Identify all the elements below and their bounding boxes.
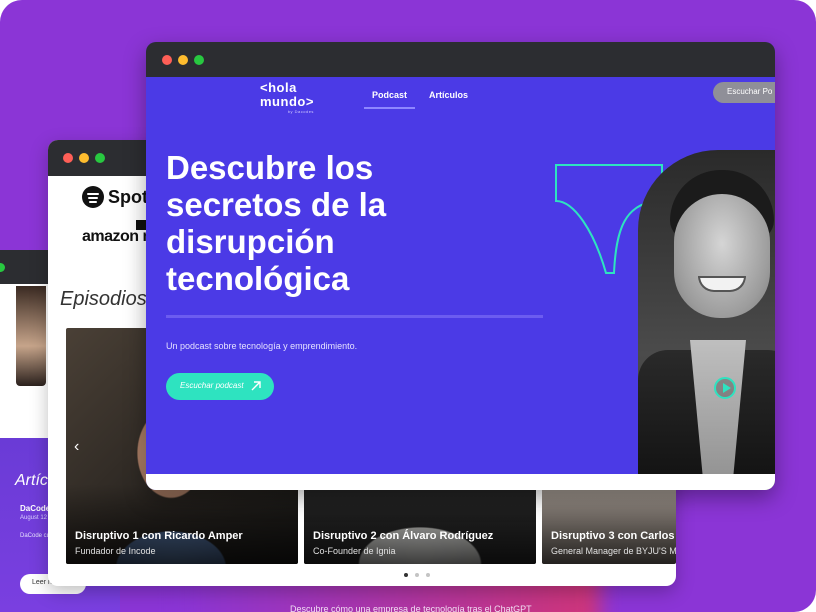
hero-subtitle: Un podcast sobre tecnología y emprendimi… xyxy=(166,341,358,351)
close-dot-icon[interactable] xyxy=(63,153,73,163)
minimize-dot-icon[interactable] xyxy=(79,153,89,163)
maximize-dot-icon[interactable] xyxy=(95,153,105,163)
article-thumbnail[interactable] xyxy=(16,286,46,386)
spotify-icon xyxy=(82,186,104,208)
pager-dot[interactable] xyxy=(404,573,408,577)
nav-articles[interactable]: Artículos xyxy=(429,90,468,100)
episode-title: Disruptivo 2 con Álvaro Rodríguez xyxy=(313,530,494,542)
carousel-pager xyxy=(404,573,430,577)
hero-section: <hola mundo> by Dacodes Podcast Artículo… xyxy=(146,77,775,490)
arrow-up-right-icon xyxy=(251,381,261,391)
minimize-dot-icon[interactable] xyxy=(178,55,188,65)
footer-hint: Descubre cómo una empresa de tecnología … xyxy=(290,604,532,612)
logo-line-1: <hola xyxy=(260,80,297,95)
pager-dot[interactable] xyxy=(415,573,419,577)
hero-headline: Descubre los secretos de la disrupción t… xyxy=(166,149,387,297)
logo-line-2: mundo> xyxy=(260,94,314,109)
close-dot-icon[interactable] xyxy=(162,55,172,65)
episode-subtitle: General Manager de BYJU'S Ma xyxy=(551,546,676,556)
guest-photo xyxy=(638,150,775,490)
front-window-titlebar xyxy=(146,42,775,77)
listen-podcast-label: Escuchar podcast xyxy=(180,381,244,390)
front-window: <hola mundo> by Dacodes Podcast Artículo… xyxy=(146,42,775,490)
listen-header-button[interactable]: Escuchar Po xyxy=(713,82,775,103)
episode-subtitle: Co-Founder de Ignia xyxy=(313,546,396,556)
episodes-title: Episodios xyxy=(60,288,147,310)
nav-podcast[interactable]: Podcast xyxy=(363,90,416,109)
episode-title: Disruptivo 1 con Ricardo Amper xyxy=(75,530,243,542)
episode-title: Disruptivo 3 con Carlos xyxy=(551,530,675,542)
maximize-dot-icon[interactable] xyxy=(194,55,204,65)
article-author: DaCode xyxy=(20,504,51,513)
logo-byline: by Dacodes xyxy=(287,109,314,114)
page-bottom-strip xyxy=(146,474,775,490)
articles-title: Artíc xyxy=(15,472,48,489)
pager-dot[interactable] xyxy=(426,573,430,577)
episode-subtitle: Fundador de Incode xyxy=(75,546,156,556)
carousel-prev-icon[interactable]: ‹ xyxy=(74,438,79,456)
listen-podcast-button[interactable]: Escuchar podcast xyxy=(166,373,274,400)
hola-mundo-logo[interactable]: <hola mundo> by Dacodes xyxy=(260,80,314,115)
article-date: August 12 xyxy=(20,515,48,521)
main-nav: Podcast Artículos xyxy=(363,90,468,109)
hero-divider xyxy=(166,315,543,318)
play-icon[interactable] xyxy=(714,377,736,399)
